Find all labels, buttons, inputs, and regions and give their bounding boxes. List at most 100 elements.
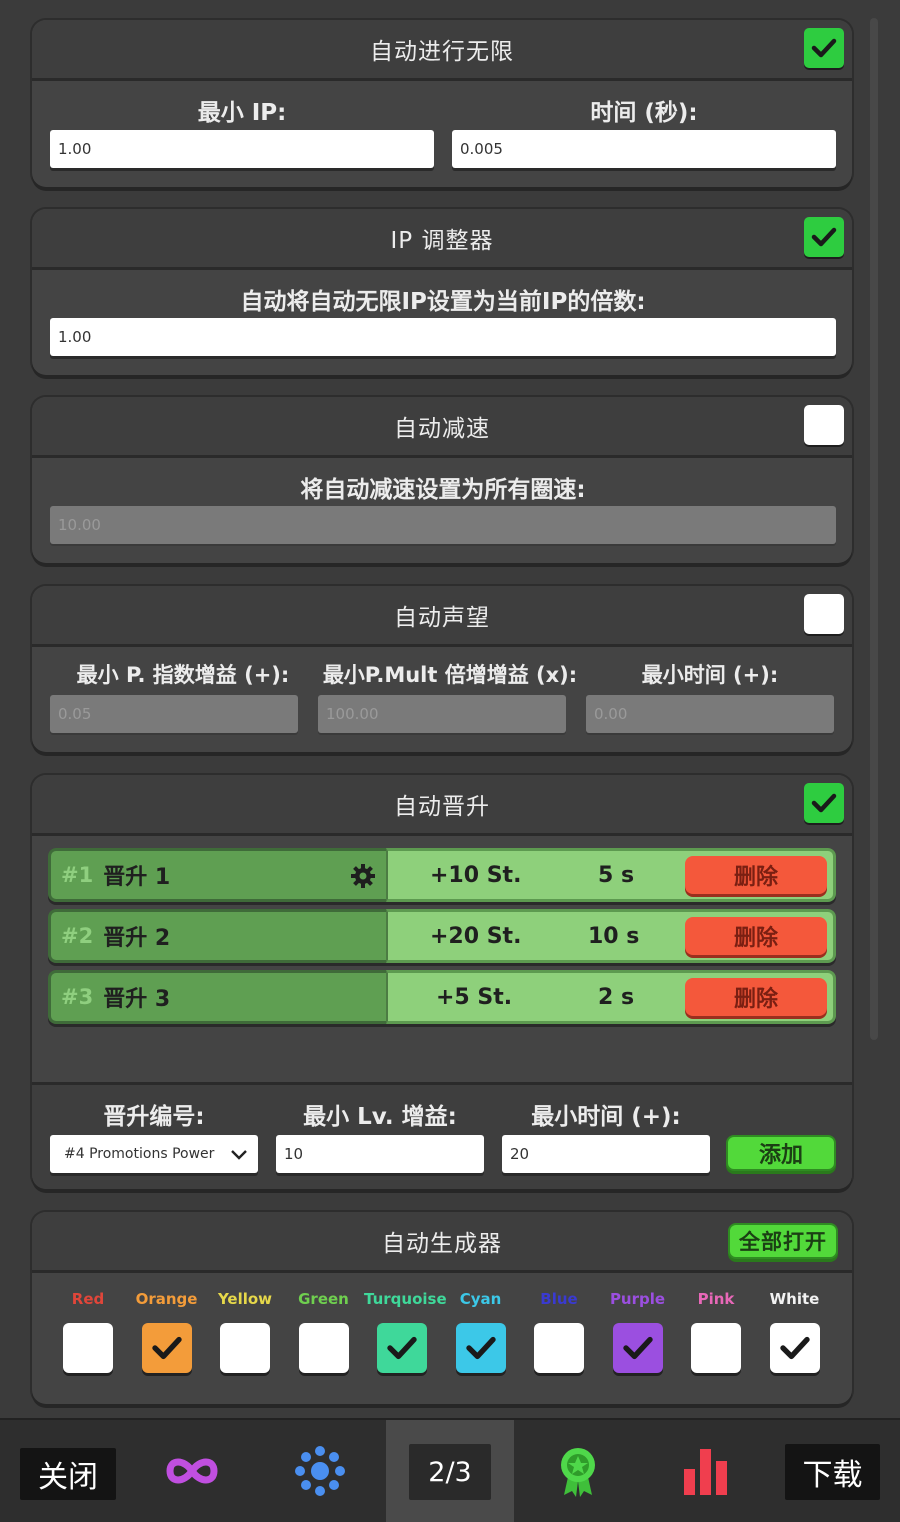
generator-color-label: Cyan (459, 1290, 502, 1308)
auto-generator-panel: 自动生成器 全部打开 Red Orange Yellow Green Turquoise… (32, 1212, 852, 1404)
generator-toggle-checkbox[interactable] (298, 1323, 349, 1373)
add-promotion-button[interactable]: 添加 (726, 1135, 836, 1171)
ip-adjuster-header: IP 调整器 (32, 209, 852, 270)
generator-color-row: Red Orange Yellow Green Turquoise Cyan Blue Pur… (32, 1273, 852, 1404)
generator-color-label: Blue (540, 1290, 578, 1308)
min-time-input[interactable]: 0.00 (586, 695, 834, 733)
promotion-row[interactable]: #3 晋升 3 +5 St. 2 s 删除 (48, 970, 836, 1024)
auto-promotion-header: 自动晋升 (32, 775, 852, 836)
promotion-number-label: 晋升编号: (103, 1104, 205, 1130)
gear-icon[interactable] (350, 863, 376, 889)
award-icon (561, 1448, 595, 1497)
slowdown-lap-input[interactable]: 10.00 (50, 506, 836, 544)
open-all-button[interactable]: 全部打开 (728, 1223, 838, 1259)
min-lv-gain-input[interactable]: 10 (276, 1135, 484, 1173)
bar-chart-icon (684, 1449, 727, 1495)
check-icon (151, 1336, 182, 1360)
time-input[interactable]: 0.005 (452, 130, 836, 168)
close-button[interactable]: 关闭 (20, 1448, 116, 1500)
auto-slowdown-header: 自动减速 (32, 397, 852, 458)
tab-statistics[interactable] (642, 1420, 770, 1522)
promotion-name: 晋升 1 (103, 865, 171, 890)
promotion-row[interactable]: #2 晋升 2 +20 St. 10 s 删除 (48, 909, 836, 963)
generator-red: Red (50, 1287, 126, 1373)
auto-infinity-checkbox[interactable] (804, 28, 844, 68)
promotion-stages: +20 St. (430, 923, 522, 949)
bottom-tab-bar: 关闭 2/3 下载 (0, 1418, 900, 1522)
delete-promotion-button[interactable]: 删除 (685, 917, 827, 955)
generator-yellow: Yellow (207, 1287, 283, 1373)
promotion-row[interactable]: #1 晋升 1 +10 St. 5 s 删除 (48, 848, 836, 902)
download-button[interactable]: 下载 (785, 1444, 880, 1500)
auto-promotion-panel: 自动晋升 #1 晋升 1 +10 St. 5 s 删除 #2 晋升 2 +20 … (32, 775, 852, 1189)
time-label: 时间 (秒): (590, 100, 698, 126)
delete-promotion-button[interactable]: 删除 (685, 856, 827, 894)
min-p-exponent-input[interactable]: 0.05 (50, 695, 298, 733)
generator-color-label: Red (71, 1290, 105, 1308)
generator-toggle-checkbox[interactable] (534, 1323, 584, 1373)
tab-generators[interactable] (256, 1420, 384, 1522)
min-ip-label: 最小 IP: (197, 100, 287, 126)
generator-turquoise: Turquoise (364, 1287, 447, 1373)
promotion-number: #3 (61, 985, 94, 1009)
promotion-select-value: #4 Promotions Power (64, 1146, 215, 1162)
auto-prestige-checkbox[interactable] (804, 594, 844, 634)
check-icon (811, 793, 837, 813)
tab-achievements[interactable] (514, 1420, 642, 1522)
min-p-mult-label: 最小P.Mult 倍增增益 (x): (322, 663, 578, 687)
promotion-detail-cell: +10 St. 5 s 删除 (386, 848, 836, 902)
chevron-down-icon (231, 1150, 247, 1160)
auto-prestige-title: 自动声望 (394, 605, 490, 631)
delete-promotion-button[interactable]: 删除 (685, 978, 827, 1016)
generator-toggle-checkbox[interactable] (141, 1323, 192, 1373)
promotion-stages: +5 St. (436, 984, 513, 1010)
promotion-label-cell: #1 晋升 1 (48, 848, 386, 902)
generator-toggle-checkbox[interactable] (455, 1323, 506, 1373)
generator-toggle-checkbox[interactable] (220, 1323, 270, 1373)
auto-prestige-panel: 自动声望 最小 P. 指数增益 (+): 最小P.Mult 倍增增益 (x): … (32, 586, 852, 752)
promotion-time: 5 s (598, 862, 635, 888)
auto-promotion-checkbox[interactable] (804, 783, 844, 823)
generator-color-label: Pink (697, 1290, 735, 1308)
promotion-label-cell: #3 晋升 3 (48, 970, 386, 1024)
promotion-time: 10 s (588, 923, 640, 949)
generator-toggle-checkbox[interactable] (377, 1323, 427, 1373)
generator-white: White (757, 1287, 833, 1373)
min-p-mult-input[interactable]: 100.00 (318, 695, 566, 733)
ip-adjuster-panel: IP 调整器 自动将自动无限IP设置为当前IP的倍数: 1.00 (32, 209, 852, 375)
generator-color-label: Purple (609, 1290, 666, 1308)
generator-pink: Pink (678, 1287, 754, 1373)
scrollbar[interactable] (870, 18, 878, 1040)
auto-promotion-title: 自动晋升 (394, 794, 490, 820)
promotion-select[interactable]: #4 Promotions Power (50, 1135, 258, 1173)
min-lv-gain-label: 最小 Lv. 增益: (303, 1104, 457, 1130)
auto-prestige-header: 自动声望 (32, 586, 852, 647)
auto-slowdown-checkbox[interactable] (804, 405, 844, 445)
generator-purple: Purple (600, 1287, 676, 1373)
promotion-number: #2 (61, 924, 94, 948)
ip-multiplier-input[interactable]: 1.00 (50, 318, 836, 356)
generator-toggle-checkbox[interactable] (612, 1323, 663, 1373)
min-time-input[interactable]: 20 (502, 1135, 710, 1173)
tab-infinity[interactable] (128, 1420, 256, 1522)
check-icon (465, 1336, 496, 1360)
promotion-label-cell: #2 晋升 2 (48, 909, 386, 963)
settings-scroll-area[interactable]: 自动进行无限 最小 IP: 时间 (秒): 1.00 0.005 IP 调整器 … (0, 0, 900, 1418)
gear-dots-icon (295, 1446, 345, 1496)
generator-toggle-checkbox[interactable] (769, 1323, 820, 1373)
auto-generator-title: 自动生成器 (382, 1231, 502, 1257)
min-ip-input[interactable]: 1.00 (50, 130, 434, 168)
ip-adjuster-checkbox[interactable] (804, 217, 844, 257)
promotion-detail-cell: +20 St. 10 s 删除 (386, 909, 836, 963)
generator-blue: Blue (521, 1287, 597, 1373)
ip-adjuster-title: IP 调整器 (390, 228, 494, 254)
check-icon (811, 38, 837, 58)
infinity-icon (166, 1458, 218, 1484)
check-icon (387, 1336, 417, 1360)
promotion-stages: +10 St. (430, 862, 522, 888)
generator-green: Green (286, 1287, 362, 1373)
generator-toggle-checkbox[interactable] (63, 1323, 113, 1373)
add-promotion-form: 晋升编号: 最小 Lv. 增益: 最小时间 (+): #4 Promotions… (32, 1082, 852, 1189)
generator-toggle-checkbox[interactable] (691, 1323, 741, 1373)
generator-color-label: Turquoise (364, 1290, 447, 1308)
